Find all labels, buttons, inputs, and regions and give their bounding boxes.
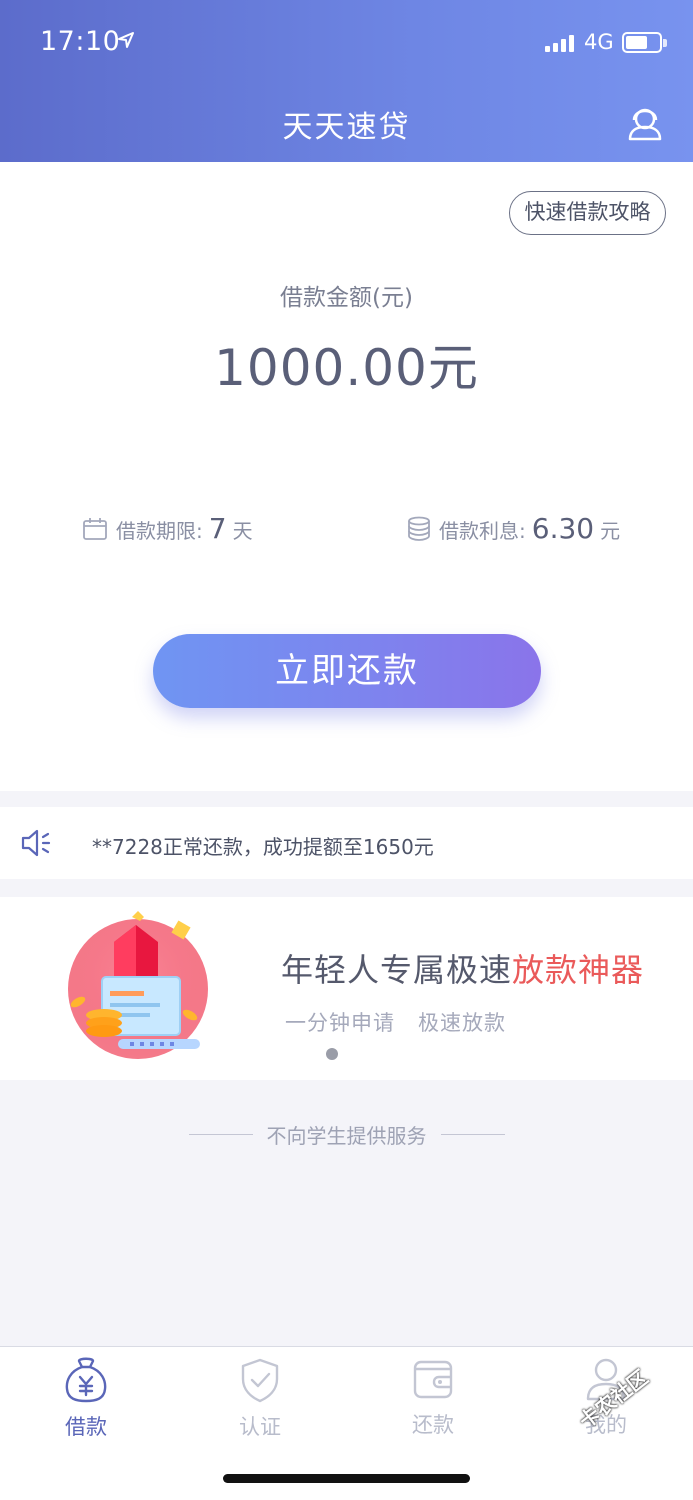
divider-line [440,1134,505,1135]
divider-line [188,1134,253,1135]
signal-icon [545,34,574,52]
tab-borrow[interactable]: 借款 [26,1357,146,1441]
rocket-card-illustration-icon [68,911,208,1059]
shield-check-icon [241,1358,279,1403]
loan-term-unit: 天 [232,519,253,543]
tab-verify[interactable]: 认证 [200,1357,320,1441]
loan-term: 借款期限: 7 天 [82,512,253,545]
tab-label: 还款 [412,1413,454,1437]
location-arrow-icon [118,32,134,48]
banner-title: 年轻人专属极速放款神器 [281,945,644,991]
loan-interest-value: 6.30 [531,512,595,545]
banner-title-highlight: 放款神器 [512,951,645,989]
page-title: 天天速贷 [282,110,411,145]
notice-bar: **7228正常还款，成功提额至1650元 [0,807,693,879]
notice-text: **7228正常还款，成功提额至1650元 [92,835,434,859]
tab-label: 借款 [65,1415,107,1439]
loan-guide-button[interactable]: 快速借款攻略 [509,191,666,235]
money-bag-icon [65,1357,107,1403]
loan-interest-label: 借款利息: [439,519,526,543]
customer-service-icon[interactable] [625,102,665,142]
banner-subtitle: 一分钟申请 极速放款 [285,1011,507,1035]
promo-banner[interactable]: 年轻人专属极速放款神器 一分钟申请 极速放款 [0,897,693,1080]
repay-now-button[interactable]: 立即还款 [153,634,541,708]
loan-term-label: 借款期限: [116,519,203,543]
home-indicator[interactable] [223,1474,470,1483]
network-type: 4G [584,30,614,54]
disclaimer-text: 不向学生提供服务 [266,1124,427,1148]
tab-label: 认证 [239,1415,281,1439]
loan-interest: 借款利息: 6.30 元 [407,512,620,545]
loan-interest-unit: 元 [600,519,621,543]
coins-icon [408,516,430,541]
calendar-icon [83,517,107,540]
app-header: 17:10 4G 天天速贷 [0,0,693,162]
loan-amount-label: 借款金额(元) [280,285,413,311]
disclaimer: 不向学生提供服务 [0,1120,693,1149]
banner-page-indicator[interactable] [326,1048,338,1060]
loan-term-value: 7 [208,512,227,545]
speaker-icon [21,829,51,857]
banner-title-main: 年轻人专属极速 [281,951,513,989]
status-time: 17:10 [40,26,121,57]
wallet-icon [413,1360,453,1399]
tab-repay[interactable]: 还款 [373,1357,493,1439]
battery-icon [622,32,667,53]
loan-amount-value: 1000.00元 [214,339,479,397]
